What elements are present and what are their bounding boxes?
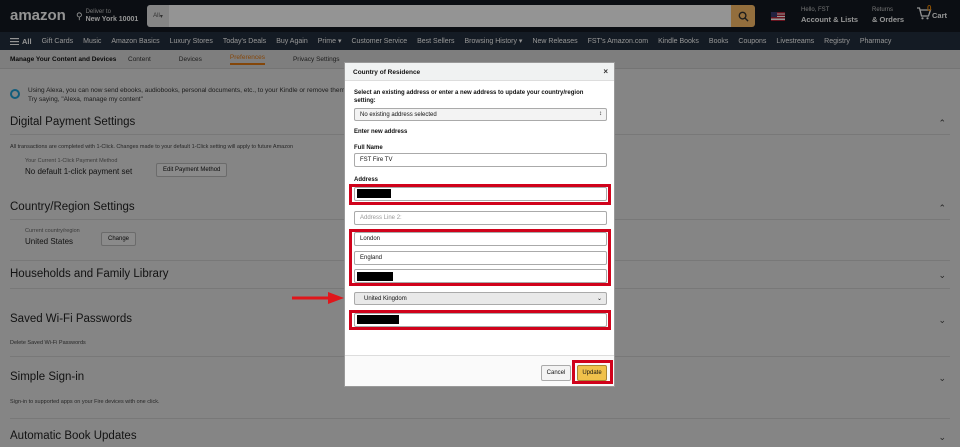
existing-address-select[interactable]: No existing address selected ↕ [354, 108, 607, 121]
arrow-right-icon [292, 292, 344, 304]
dialog-instruction-line1: Select an existing address or enter a ne… [354, 90, 584, 96]
dialog-footer: Cancel Update [345, 355, 614, 386]
highlight-phone [349, 310, 611, 330]
dialog-instruction-line2: setting: [354, 98, 376, 104]
cancel-button[interactable]: Cancel [541, 365, 571, 381]
full-name-input[interactable]: FST Fire TV [354, 153, 607, 167]
highlight-address-line1 [349, 184, 611, 205]
highlight-update-button [572, 360, 613, 384]
new-address-heading: Enter new address [354, 129, 408, 135]
full-name-label: Full Name [354, 145, 383, 151]
chevron-down-icon: ⌄ [596, 296, 602, 302]
select-arrows-icon: ↕ [599, 111, 602, 117]
country-select[interactable]: United Kingdom ⌄ [354, 292, 607, 305]
country-of-residence-dialog: Country of Residence × Select an existin… [344, 62, 615, 387]
close-icon[interactable]: × [603, 67, 608, 76]
highlight-city-region-postal [349, 229, 611, 286]
address-label: Address [354, 177, 379, 183]
dialog-header: Country of Residence × [345, 63, 614, 81]
dialog-title: Country of Residence [353, 69, 421, 76]
address-line2-input[interactable]: Address Line 2: [354, 211, 607, 225]
